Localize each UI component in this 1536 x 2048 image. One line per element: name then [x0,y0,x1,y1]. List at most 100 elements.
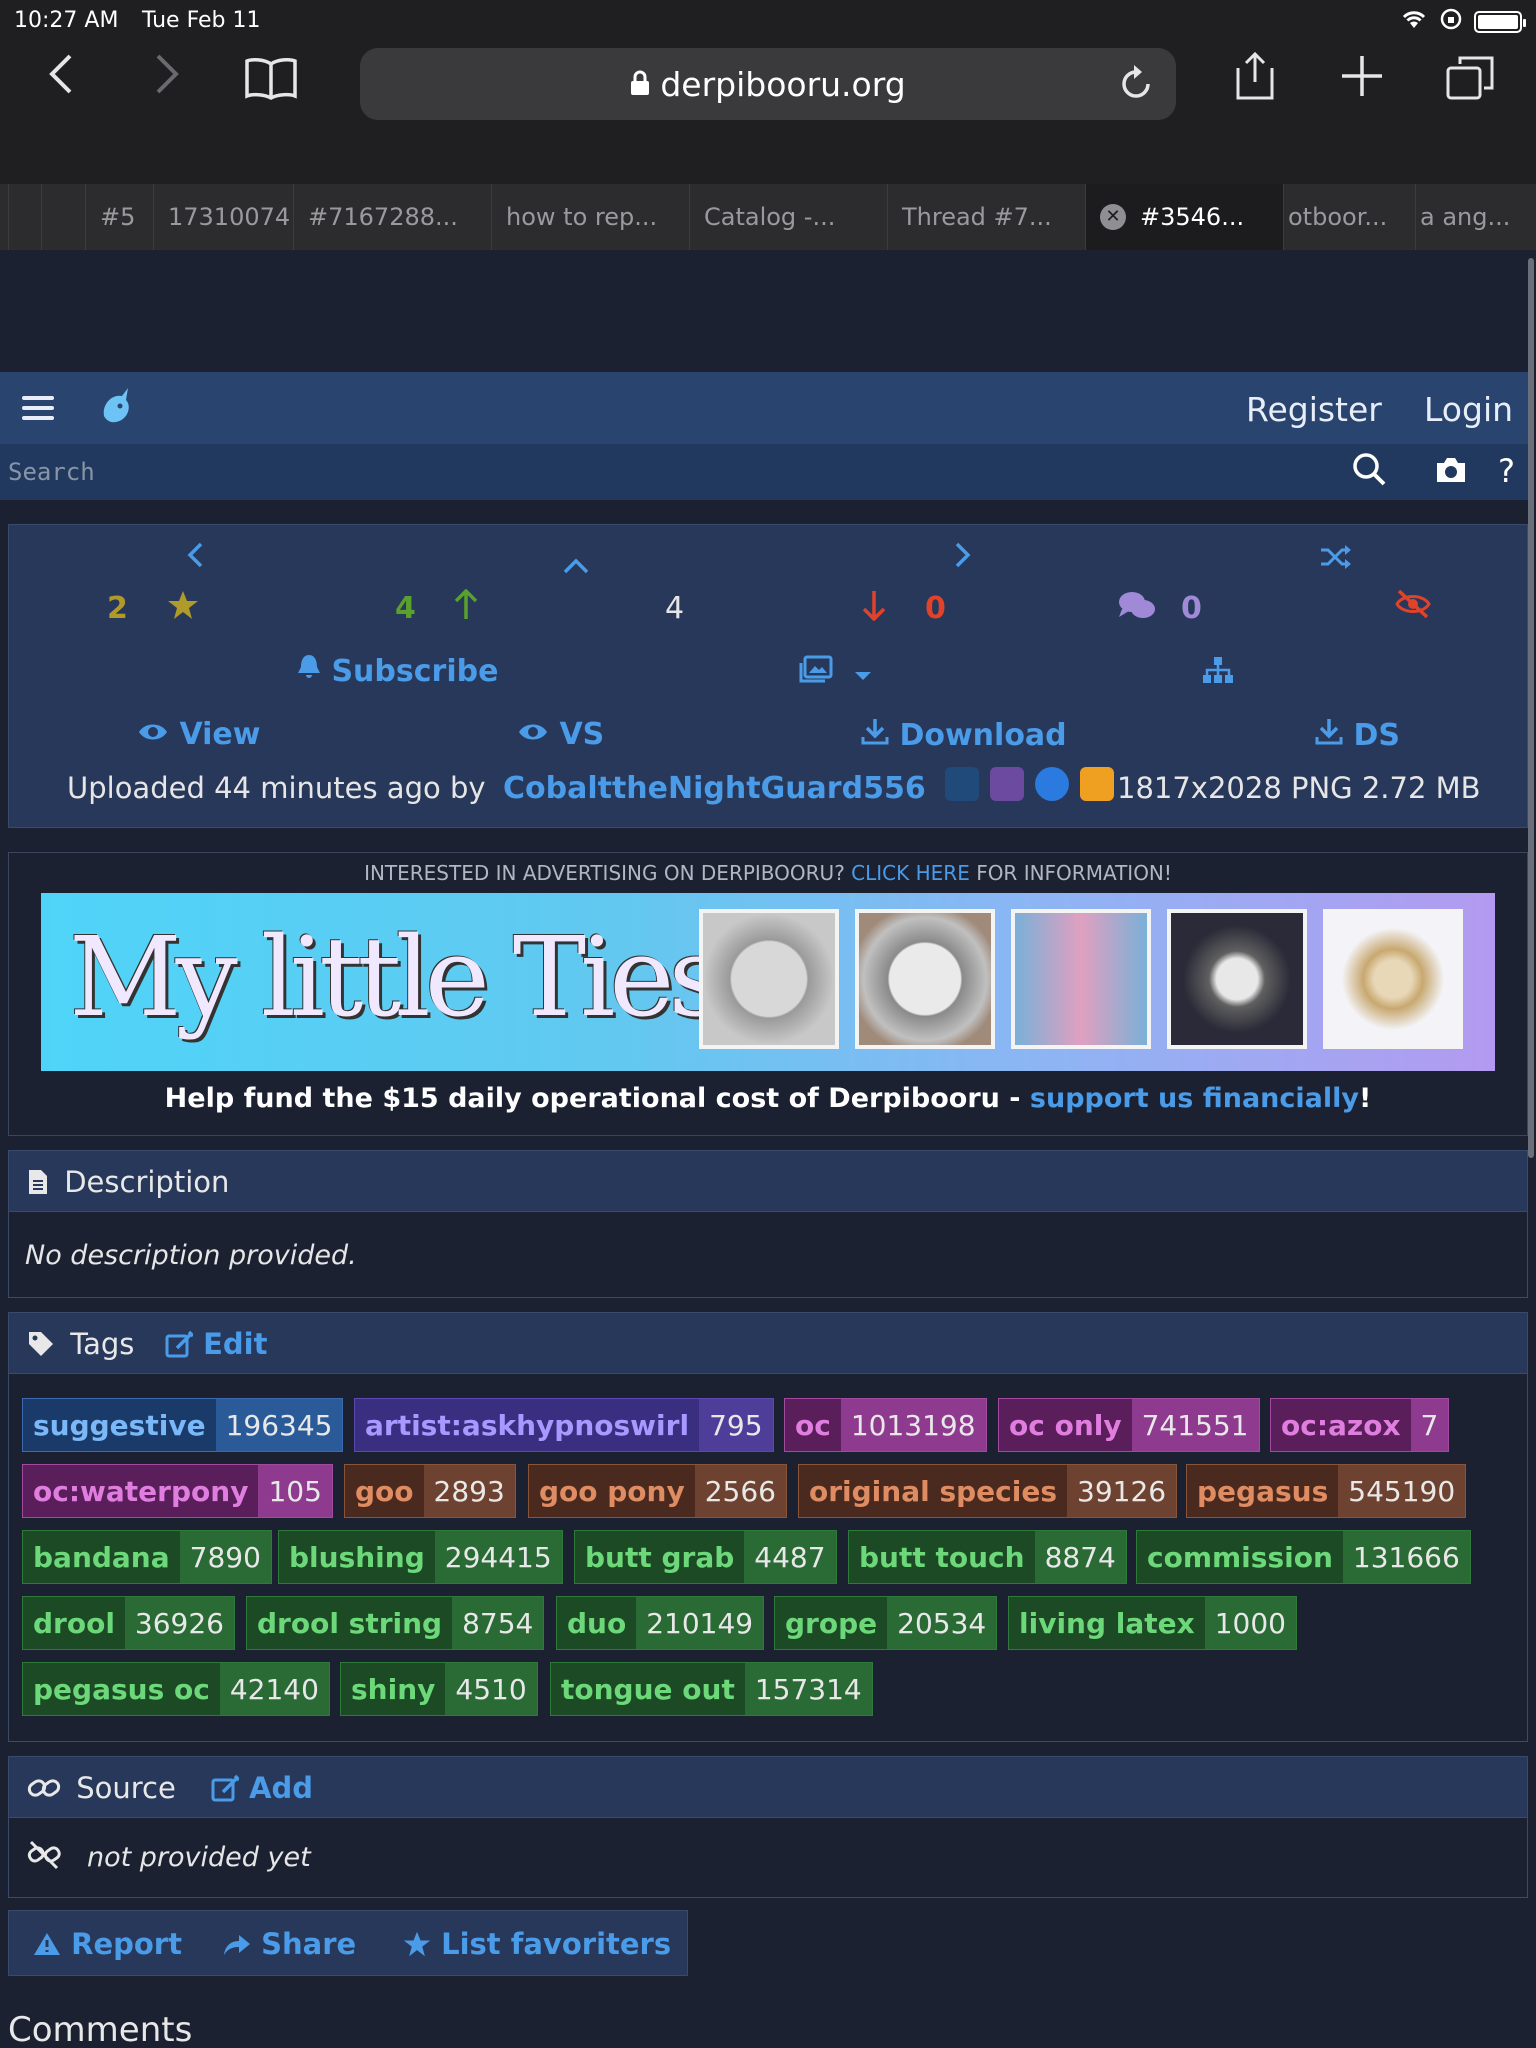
tag-chip[interactable]: butt touch 8874 [848,1530,1127,1584]
ad-click-here-link[interactable]: CLICK HERE [851,861,970,885]
comments-icon[interactable] [1117,589,1157,629]
browser-tab-active[interactable]: ✕ #3546... [1086,184,1284,250]
site-logo-icon[interactable] [98,386,134,435]
tab-stack[interactable] [0,184,9,250]
new-tab-icon[interactable] [1340,54,1384,106]
support-link[interactable]: support us financially [1030,1083,1359,1114]
tab-stack[interactable] [9,184,42,250]
tabs-overview-icon[interactable] [1446,54,1496,108]
tag-chip[interactable]: oc 1013198 [784,1398,987,1452]
banner-product-image [1167,909,1307,1049]
upvote-arrow-icon[interactable] [453,588,479,629]
description-text: No description provided. [25,1240,357,1271]
image-actions: Report Share List favoriters [8,1910,688,1976]
tag-chip[interactable]: goo pony 2566 [528,1464,787,1518]
uploader-link[interactable]: CobalttheNightGuard556 [503,771,926,806]
tag-chip[interactable]: artist:askhypnoswirl 795 [354,1398,774,1452]
tag-chip[interactable]: blushing 294415 [278,1530,563,1584]
hide-image-icon[interactable] [1395,589,1431,627]
browser-tab[interactable]: Thread #7... [888,184,1086,250]
status-bar: 10:27 AM Tue Feb 11 [0,0,1536,42]
scrollbar[interactable] [1528,258,1534,1158]
banner-product-image [699,909,839,1049]
subscribe-button[interactable]: Subscribe [297,653,498,689]
tag-chip[interactable]: butt grab 4487 [574,1530,837,1584]
banner-product-image [1011,909,1151,1049]
edit-icon [211,1771,241,1805]
tag-chip[interactable]: drool string 8754 [246,1596,545,1650]
tag-chip[interactable]: pegasus 545190 [1186,1464,1467,1518]
login-link[interactable]: Login [1424,390,1513,429]
bookmarks-icon[interactable] [244,56,298,108]
tag-chip[interactable]: shiny 4510 [340,1662,538,1716]
share-icon[interactable] [1234,50,1276,110]
downvote-count: 0 [925,591,946,626]
view-button[interactable]: View [137,717,261,752]
browser-tab[interactable]: a ang... [1416,184,1536,250]
download-icon [1315,718,1343,753]
upvote-count: 4 [395,591,416,626]
edit-tags-button[interactable]: Edit [165,1327,267,1361]
url-text: derpibooru.org [660,64,906,104]
forward-icon[interactable] [152,52,182,104]
help-icon[interactable]: ? [1498,452,1515,490]
tag-chip[interactable]: goo 2893 [344,1464,516,1518]
search-input[interactable] [8,450,1308,494]
browser-tab[interactable]: Catalog -... [690,184,888,250]
uploaded-text: Uploaded 44 minutes ago by [67,771,486,805]
browser-tab[interactable]: otboor... [1284,184,1416,250]
browser-tab[interactable]: 17310074 [154,184,294,250]
tag-chip[interactable]: oc only 741551 [998,1398,1260,1452]
url-bar[interactable]: derpibooru.org [360,48,1176,120]
tag-chip[interactable]: grope 20534 [774,1596,998,1650]
ds-button[interactable]: DS [1315,717,1400,753]
add-source-button[interactable]: Add [211,1771,313,1805]
tag-chip[interactable]: duo 210149 [556,1596,765,1650]
comment-count: 0 [1181,591,1202,626]
reload-icon[interactable] [1118,62,1154,111]
share-button[interactable]: Share [223,1927,356,1961]
download-icon [861,718,889,753]
bell-icon [297,654,321,689]
search-icon[interactable] [1352,452,1386,495]
pony-badge-icon [945,767,979,801]
report-button[interactable]: Report [33,1927,182,1961]
tag-chip[interactable]: suggestive 196345 [22,1398,344,1452]
browser-tab[interactable]: #7167288... [294,184,492,250]
ad-banner[interactable]: My little Ties [41,893,1495,1071]
add-to-gallery-button[interactable] [799,655,873,691]
register-link[interactable]: Register [1246,390,1382,429]
fave-star-icon[interactable] [167,589,199,629]
vs-button[interactable]: VS [517,717,604,752]
tag-chip[interactable]: tongue out 157314 [550,1662,873,1716]
tag-chip[interactable]: bandana 7890 [22,1530,272,1584]
browser-tab[interactable]: #5 [86,184,154,250]
menu-icon[interactable] [22,396,54,420]
tag-chip[interactable]: pegasus oc 42140 [22,1662,330,1716]
source-text: not provided yet [87,1842,311,1873]
tag-chip[interactable]: oc:azox 7 [1270,1398,1450,1452]
source-header: Source Add [8,1756,1528,1818]
artist-badge-icon [1080,767,1115,801]
camera-icon[interactable] [1434,454,1468,494]
tag-chip[interactable]: oc:waterpony 105 [22,1464,333,1518]
tag-chip[interactable]: living latex 1000 [1008,1596,1297,1650]
up-to-gallery-icon[interactable] [561,545,591,585]
share-arrow-icon [223,1927,251,1961]
close-icon[interactable]: ✕ [1100,204,1126,230]
star-icon [403,1927,431,1961]
tag-chip[interactable]: drool 36926 [22,1596,235,1650]
next-image-icon[interactable] [953,539,973,579]
previous-image-icon[interactable] [185,539,205,579]
random-image-icon[interactable] [1319,541,1353,581]
list-favoriters-button[interactable]: List favoriters [403,1927,671,1961]
tag-chip[interactable]: commission 131666 [1136,1530,1471,1584]
file-text-icon [27,1165,55,1199]
tag-chip[interactable]: original species 39126 [798,1464,1178,1518]
back-icon[interactable] [46,52,76,104]
browser-tab[interactable]: how to rep... [492,184,690,250]
tab-stack[interactable] [42,184,86,250]
related-images-icon[interactable] [1201,655,1235,693]
downvote-arrow-icon[interactable] [861,589,887,629]
download-button[interactable]: Download [861,717,1067,753]
